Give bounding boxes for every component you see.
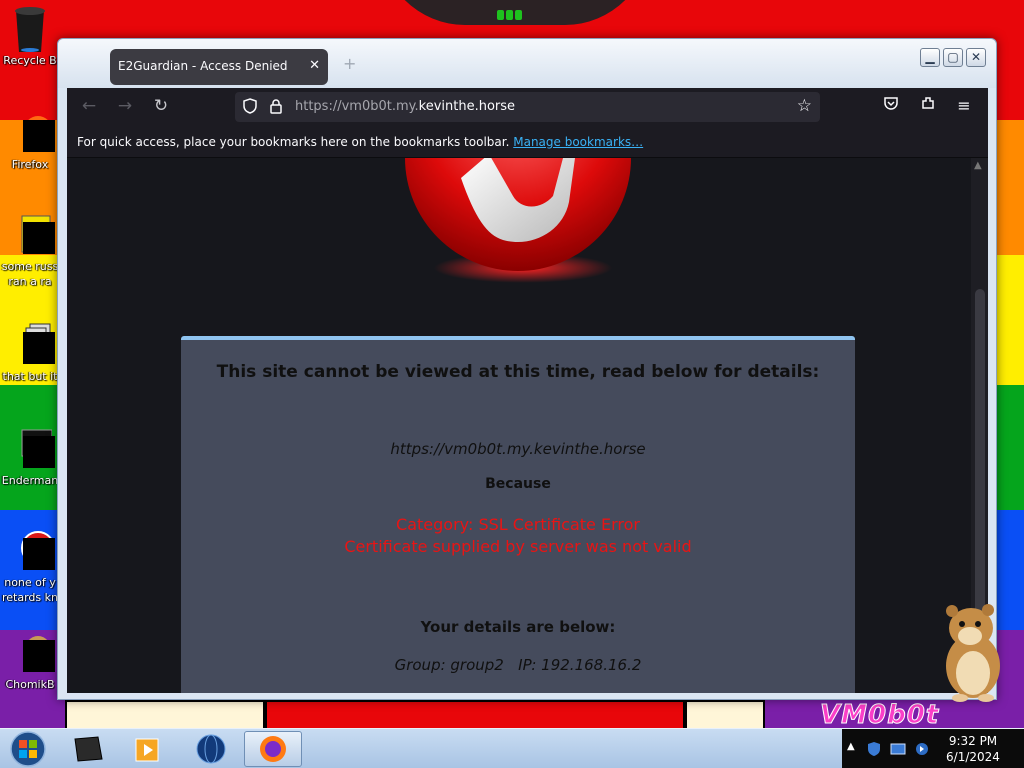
desktop-icon-recycle-bin[interactable]: Recycle B	[0, 6, 60, 68]
extensions-icon[interactable]	[916, 94, 940, 118]
access-denied-panel: This site cannot be viewed at this time,…	[181, 336, 855, 693]
desktop-icon-that-but-it[interactable]: that but it	[0, 322, 60, 384]
hamster-sticker	[938, 598, 1008, 703]
clock[interactable]: 9:32 PM 6/1/2024	[938, 733, 1008, 765]
url-domain: kevinthe.horse	[418, 99, 516, 114]
window-titlebar[interactable]: E2Guardian - Access Denied ✕ + ▁ ▢ ✕	[58, 39, 996, 88]
stop-hand-icon	[403, 158, 633, 273]
page-content: This site cannot be viewed at this time,…	[67, 158, 988, 693]
show-hidden-icons-arrow[interactable]: ▲	[847, 741, 855, 752]
navigation-toolbar: ← → ↻ https://vm0b0t.my.kevinthe.horse ☆…	[67, 88, 988, 124]
minimize-button[interactable]: ▁	[920, 48, 940, 67]
url-bar[interactable]: https://vm0b0t.my.kevinthe.horse ☆	[235, 92, 820, 122]
security-shield-icon[interactable]	[866, 741, 882, 757]
browser-window: E2Guardian - Access Denied ✕ + ▁ ▢ ✕ ← → ↻…	[57, 38, 997, 700]
system-tray: ▲ 9:32 PM 6/1/2024	[842, 729, 1024, 768]
wallpaper-brand-text: VM0b0t	[819, 700, 940, 731]
firefox-icon	[260, 736, 286, 762]
url-text: https://vm0b0t.my.kevinthe.horse	[295, 99, 515, 114]
document-icon: e	[8, 212, 60, 256]
hamster-icon	[8, 630, 55, 674]
terminal-icon	[8, 426, 55, 470]
taskbar-app-terminal[interactable]	[58, 731, 116, 767]
start-button[interactable]	[3, 729, 53, 768]
close-window-button[interactable]: ✕	[966, 48, 986, 67]
taskbar-app-firefox[interactable]	[244, 731, 302, 767]
details-heading: Your details are below:	[420, 618, 616, 636]
globe-icon	[196, 734, 226, 764]
group-ip-info: Group: group2 IP: 192.168.16.2	[394, 656, 642, 674]
pocket-icon[interactable]	[879, 94, 903, 118]
desktop-icon-chomikb[interactable]: ChomikB	[0, 630, 60, 692]
taskbar-app-globe[interactable]	[182, 731, 240, 767]
error-message: Category: SSL Certificate Error Certific…	[181, 514, 855, 558]
page-title: This site cannot be viewed at this time,…	[216, 362, 820, 382]
desktop-icon-some-russ[interactable]: e some russ ran a ra	[0, 212, 60, 289]
bookmarks-toolbar: For quick access, place your bookmarks h…	[67, 124, 988, 158]
lock-icon[interactable]	[267, 98, 285, 116]
scroll-up-arrow-icon[interactable]: ▲	[974, 160, 982, 171]
media-player-icon	[135, 738, 159, 762]
blocked-url: https://vm0b0t.my.kevinthe.horse	[390, 440, 646, 458]
taskbar: ▲ 9:32 PM 6/1/2024	[0, 728, 1024, 768]
clock-time: 9:32 PM	[948, 734, 998, 748]
window-controls: ▁ ▢ ✕	[917, 46, 986, 67]
new-tab-button[interactable]: +	[343, 54, 356, 73]
network-icon[interactable]	[890, 741, 906, 757]
recycle-bin-icon	[8, 6, 52, 52]
menu-hamburger-icon[interactable]: ≡	[952, 94, 976, 118]
window-icon	[8, 322, 55, 366]
app-icon	[8, 528, 55, 572]
terminal-icon	[74, 736, 103, 762]
because-label: Because	[485, 476, 551, 492]
desktop-icon-firefox[interactable]: Firefox	[0, 110, 60, 172]
volume-icon[interactable]	[914, 741, 930, 757]
tab-e2guardian[interactable]: E2Guardian - Access Denied ✕	[110, 49, 328, 85]
back-arrow-icon[interactable]: ←	[77, 94, 101, 118]
desktop-icon-enderman[interactable]: Enderman	[0, 426, 60, 488]
taskbar-app-media-player[interactable]	[120, 731, 178, 767]
error-category: Category: SSL Certificate Error	[396, 515, 640, 534]
bookmarks-hint-text: For quick access, place your bookmarks h…	[77, 135, 510, 149]
forward-arrow-icon[interactable]: →	[113, 94, 137, 118]
error-detail: Certificate supplied by server was not v…	[344, 537, 692, 556]
clock-date: 6/1/2024	[946, 750, 1000, 764]
maximize-button[interactable]: ▢	[943, 48, 963, 67]
reload-icon[interactable]: ↻	[149, 94, 173, 118]
manage-bookmarks-link[interactable]: Manage bookmarks…	[513, 135, 643, 149]
url-prefix: https://vm0b0t.my.	[295, 99, 419, 114]
windows-logo-icon	[10, 731, 46, 767]
tab-close-icon[interactable]: ✕	[309, 58, 320, 73]
bookmark-star-icon[interactable]: ☆	[797, 96, 812, 116]
tab-title: E2Guardian - Access Denied	[118, 59, 288, 73]
desktop-icon-none-of-y[interactable]: none of y retards kn	[0, 528, 60, 605]
shield-icon[interactable]	[241, 98, 259, 116]
firefox-icon	[8, 110, 55, 154]
